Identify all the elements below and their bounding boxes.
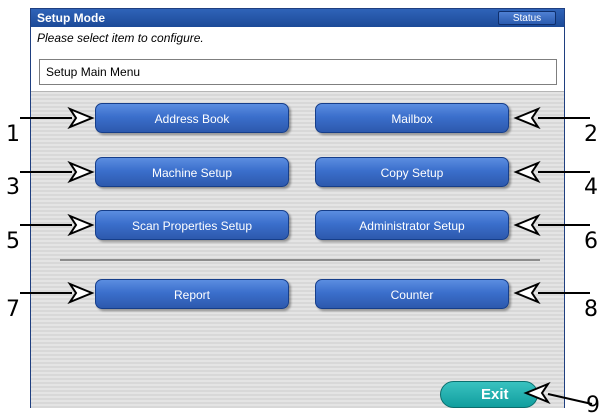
callout-7: 7	[6, 297, 20, 322]
callout-2: 2	[584, 122, 598, 147]
callout-4: 4	[584, 175, 598, 200]
callout-1: 1	[6, 122, 20, 147]
callout-9: 9	[586, 393, 600, 418]
callout-arrows	[20, 106, 593, 405]
callout-8: 8	[584, 297, 598, 322]
callout-6: 6	[584, 229, 598, 254]
callout-3: 3	[6, 175, 20, 200]
callout-5: 5	[6, 229, 20, 254]
